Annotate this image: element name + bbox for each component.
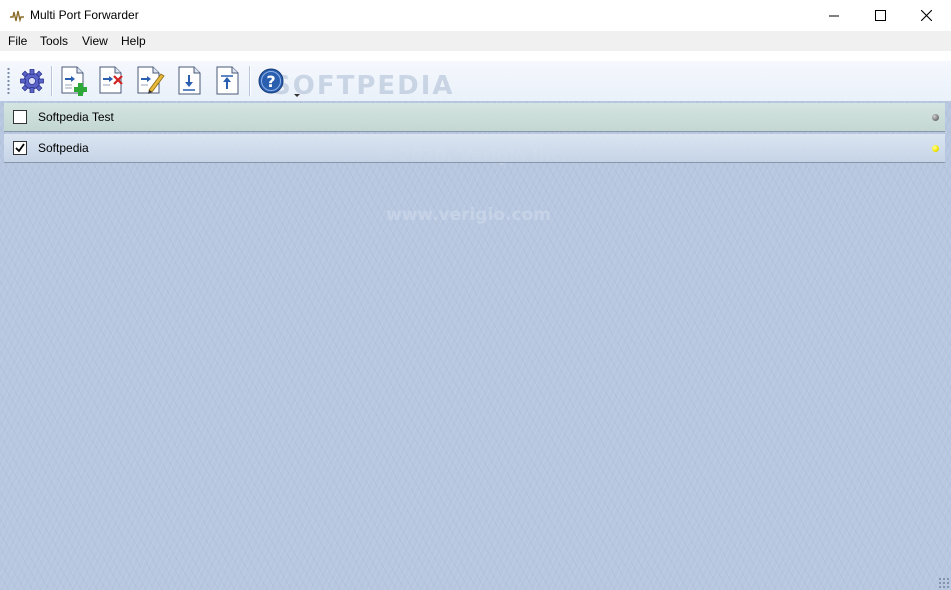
menu-bar: File Tools View Help (0, 31, 951, 51)
menu-file[interactable]: File (7, 33, 28, 49)
url-watermark: www.verigio.com (386, 205, 551, 225)
app-icon (10, 10, 24, 23)
status-indicator-icon (932, 145, 939, 152)
maximize-icon (874, 10, 886, 21)
help-icon: ? (258, 68, 284, 94)
delete-forwarder-icon (99, 66, 123, 94)
menu-view[interactable]: View (81, 33, 109, 49)
menu-help[interactable]: Help (120, 33, 147, 49)
title-bar[interactable]: Multi Port Forwarder (0, 0, 951, 31)
add-forwarder-button[interactable] (58, 65, 90, 97)
export-button[interactable] (211, 65, 243, 97)
edit-forwarder-button[interactable] (134, 65, 166, 97)
settings-gear-icon (20, 69, 44, 93)
main-window: Multi Port Forwarder File Tools View Hel… (0, 0, 951, 590)
forwarder-row[interactable]: Softpedia (4, 134, 945, 163)
export-icon (216, 66, 239, 95)
edit-forwarder-icon (137, 66, 165, 94)
settings-button[interactable] (16, 65, 48, 97)
import-button[interactable] (173, 65, 205, 97)
delete-forwarder-button[interactable] (96, 65, 128, 97)
menu-tools[interactable]: Tools (39, 33, 69, 49)
status-indicator-icon (932, 114, 939, 121)
svg-text:?: ? (266, 72, 275, 91)
forwarder-name: Softpedia Test (38, 110, 114, 124)
help-dropdown-arrow-icon[interactable] (294, 94, 300, 97)
close-button[interactable] (903, 0, 949, 31)
add-forwarder-icon (61, 66, 87, 96)
toolbar: SOFTPEDIA ? (0, 61, 951, 101)
import-icon (178, 66, 201, 95)
help-button[interactable]: ? (255, 65, 287, 97)
toolbar-separator (51, 66, 53, 96)
forwarder-enable-checkbox[interactable] (13, 141, 27, 155)
forwarder-name: Softpedia (38, 141, 89, 155)
close-icon (920, 10, 932, 21)
maximize-button[interactable] (857, 0, 903, 31)
minimize-icon (829, 15, 839, 16)
window-title: Multi Port Forwarder (30, 8, 139, 22)
toolbar-separator (249, 66, 251, 96)
checkmark-icon (15, 143, 25, 153)
toolbar-grip[interactable] (7, 67, 10, 95)
forwarder-list: © 2020, Verigio Inc. www.verigio.com Sof… (0, 101, 951, 590)
forwarder-row[interactable]: Softpedia Test (4, 103, 945, 132)
forwarder-enable-checkbox[interactable] (13, 110, 27, 124)
minimize-button[interactable] (811, 0, 857, 31)
resize-grip[interactable] (938, 577, 949, 588)
